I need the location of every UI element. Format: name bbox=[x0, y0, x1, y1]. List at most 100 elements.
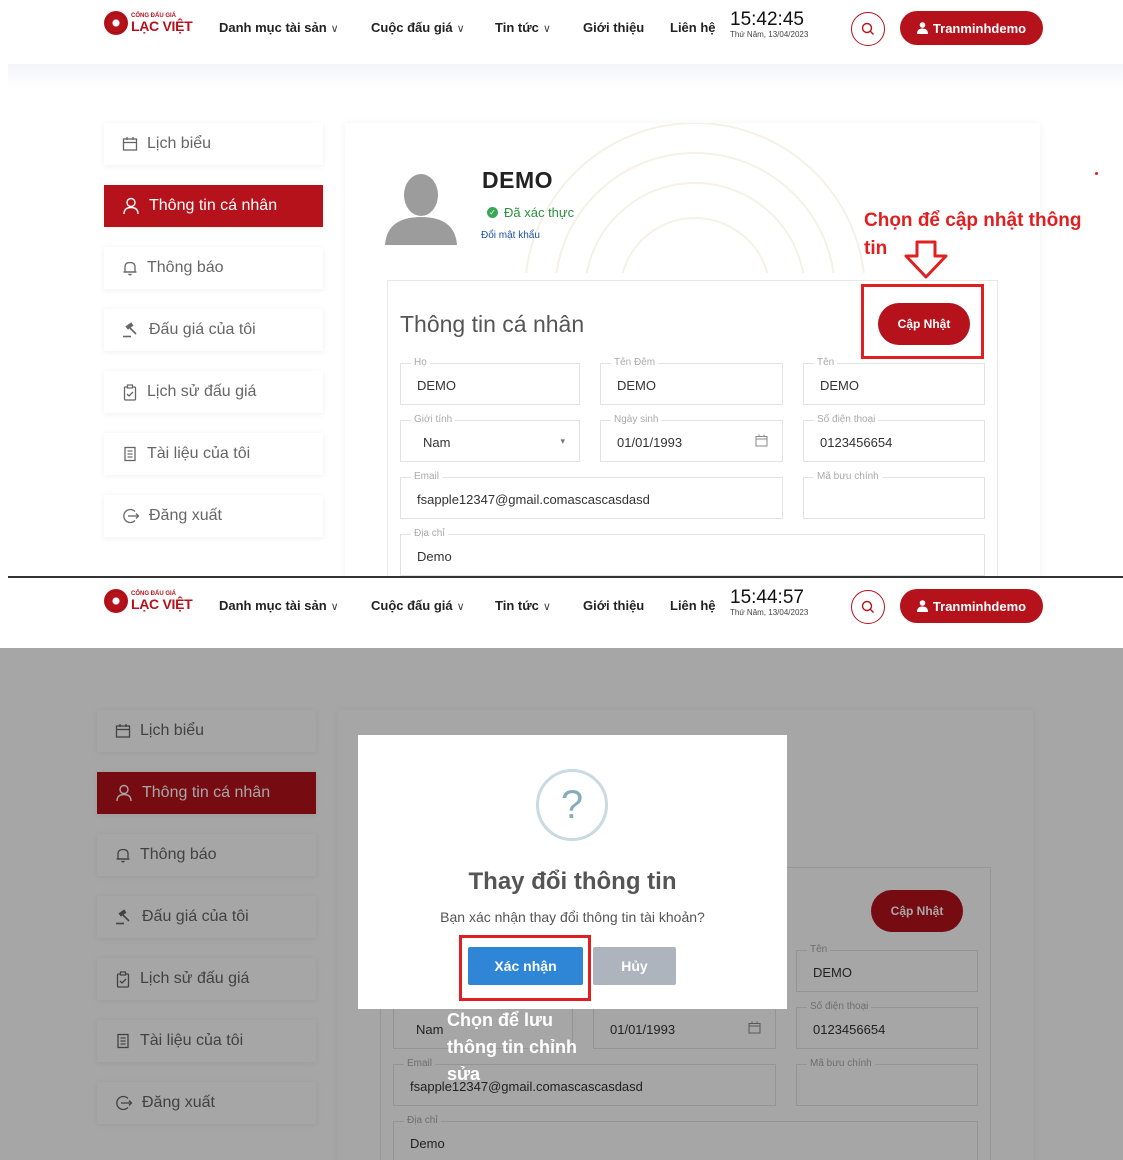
field-value: DEMO bbox=[617, 378, 656, 393]
site-logo[interactable]: CỔNG ĐẤU GIÁ LẠC VIỆT bbox=[104, 11, 193, 35]
sidebar-item-schedule[interactable]: Lịch biểu bbox=[104, 123, 323, 165]
user-account-button[interactable]: Tranminhdemo bbox=[900, 589, 1043, 623]
logout-icon bbox=[123, 508, 140, 524]
cancel-button[interactable]: Hủy bbox=[593, 947, 676, 985]
birthdate-field[interactable]: Ngày sinh 01/01/1993 bbox=[600, 414, 783, 462]
chevron-down-icon: ∨ bbox=[456, 23, 465, 35]
change-password-link[interactable]: Đổi mật khẩu bbox=[481, 230, 540, 241]
sidebar-item-auction-history[interactable]: Lịch sử đấu giá bbox=[104, 371, 323, 413]
clock: 15:44:57 Thứ Năm, 13/04/2023 bbox=[730, 588, 808, 617]
nav-contact[interactable]: Liên hệ bbox=[670, 598, 716, 613]
search-icon bbox=[861, 600, 874, 613]
clock-date: Thứ Năm, 13/04/2023 bbox=[730, 30, 809, 39]
field-value: fsapple12347@gmail.comascascasdasd bbox=[417, 492, 650, 507]
field-label: Địa chỉ bbox=[411, 528, 448, 539]
document-icon bbox=[124, 446, 136, 462]
phone-field[interactable]: Số điện thoại 0123456654 bbox=[803, 414, 985, 462]
site-logo[interactable]: CỔNG ĐẤU GIÁ LẠC VIỆT bbox=[104, 589, 193, 613]
clock-date: Thứ Năm, 13/04/2023 bbox=[730, 608, 809, 617]
form-title: Thông tin cá nhân bbox=[400, 311, 585, 337]
site-header: CỔNG ĐẤU GIÁ LẠC VIỆT Danh mục tài sản ∨ … bbox=[0, 0, 1123, 64]
search-button[interactable] bbox=[851, 12, 885, 46]
screenshot-after: CỔNG ĐẤU GIÁ LẠC VIỆT Danh mục tài sản ∨ … bbox=[0, 578, 1123, 1160]
gavel-icon bbox=[123, 322, 137, 338]
logo-emblem-icon bbox=[104, 11, 128, 35]
nav-news[interactable]: Tin tức ∨ bbox=[495, 20, 551, 35]
nav-about[interactable]: Giới thiệu bbox=[583, 20, 644, 35]
first-name-field[interactable]: Tên DEMO bbox=[803, 357, 985, 405]
sidebar-item-label: Tài liệu của tôi bbox=[147, 445, 251, 462]
field-label: Số điện thoại bbox=[814, 414, 879, 425]
logo-emblem-icon bbox=[104, 589, 128, 613]
chevron-down-icon: ∨ bbox=[456, 601, 465, 613]
chevron-down-icon: ∨ bbox=[542, 23, 551, 35]
arrow-down-icon bbox=[904, 240, 948, 279]
field-value: Nam bbox=[423, 435, 451, 450]
calendar-icon bbox=[122, 137, 138, 151]
chevron-down-icon: ∨ bbox=[330, 23, 339, 35]
user-icon bbox=[916, 600, 928, 612]
question-icon: ? bbox=[536, 769, 608, 841]
sidebar-item-label: Thông tin cá nhân bbox=[149, 197, 278, 214]
field-value: DEMO bbox=[820, 378, 859, 393]
verified-label: Đã xác thực bbox=[504, 205, 575, 220]
sidebar-item-label: Lịch sử đấu giá bbox=[147, 383, 257, 400]
search-icon bbox=[861, 22, 874, 35]
clock-time: 15:42:45 bbox=[730, 9, 804, 30]
avatar-icon bbox=[385, 174, 457, 245]
field-value: DEMO bbox=[417, 378, 456, 393]
site-header: CỔNG ĐẤU GIÁ LẠC VIỆT Danh mục tài sản ∨ … bbox=[0, 578, 1123, 642]
sidebar-item-profile[interactable]: Thông tin cá nhân bbox=[104, 185, 323, 227]
clipboard-icon bbox=[123, 383, 137, 401]
annotation-save-hint: Chọn để lưu thông tin chỉnh sửa bbox=[447, 1010, 577, 1084]
nav-contact[interactable]: Liên hệ bbox=[670, 20, 716, 35]
profile-name: DEMO bbox=[482, 167, 553, 193]
dialog-title: Thay đổi thông tin bbox=[468, 868, 677, 895]
field-value: Demo bbox=[417, 549, 452, 564]
highlight-update-button bbox=[861, 284, 984, 359]
nav-auctions[interactable]: Cuộc đấu giá ∨ bbox=[371, 598, 465, 613]
dialog-message: Bạn xác nhận thay đổi thông tin tài khoả… bbox=[440, 909, 705, 925]
annotation-update-hint: Chọn để cập nhật thông tin bbox=[864, 210, 1082, 259]
screenshot-before: CỔNG ĐẤU GIÁ LẠC VIỆT Danh mục tài sản ∨ … bbox=[0, 0, 1123, 576]
clock: 15:42:45 Thứ Năm, 13/04/2023 bbox=[730, 10, 808, 39]
field-value: 01/01/1993 bbox=[617, 435, 683, 450]
field-label: Giới tính bbox=[411, 414, 456, 425]
chevron-down-icon: ∨ bbox=[330, 601, 339, 613]
logo-big-text: LẠC VIỆT bbox=[131, 596, 193, 612]
calendar-icon[interactable] bbox=[755, 434, 768, 447]
middle-name-field[interactable]: Tên Đệm DEMO bbox=[600, 357, 783, 405]
sidebar-item-my-auctions[interactable]: Đấu giá của tôi bbox=[104, 309, 323, 351]
highlight-confirm-button bbox=[459, 935, 591, 1001]
nav-catalog[interactable]: Danh mục tài sản ∨ bbox=[219, 598, 339, 613]
nav-auctions[interactable]: Cuộc đấu giá ∨ bbox=[371, 20, 465, 35]
user-account-button[interactable]: Tranminhdemo bbox=[900, 11, 1043, 45]
bell-icon bbox=[123, 261, 137, 276]
field-label: Mã bưu chính bbox=[814, 471, 882, 482]
field-value: 0123456654 bbox=[820, 435, 893, 450]
gender-select[interactable]: Giới tính Nam ▾ bbox=[400, 414, 580, 462]
nav-about[interactable]: Giới thiệu bbox=[583, 598, 644, 613]
header-divider bbox=[8, 64, 1123, 88]
last-name-field[interactable]: Họ DEMO bbox=[400, 357, 580, 405]
sidebar-item-notifications[interactable]: Thông báo bbox=[104, 247, 323, 289]
search-button[interactable] bbox=[851, 590, 885, 624]
field-label: Tên bbox=[814, 357, 838, 368]
logo-big-text: LẠC VIỆT bbox=[131, 18, 193, 34]
clock-time: 15:44:57 bbox=[730, 587, 804, 608]
field-label: Họ bbox=[411, 357, 430, 368]
sidebar-item-my-documents[interactable]: Tài liệu của tôi bbox=[104, 433, 323, 475]
stray-dot bbox=[1095, 172, 1098, 175]
address-field[interactable]: Địa chỉ Demo bbox=[400, 528, 985, 576]
user-name: Tranminhdemo bbox=[932, 598, 1027, 614]
nav-news[interactable]: Tin tức ∨ bbox=[495, 598, 551, 613]
sidebar-item-logout[interactable]: Đăng xuất bbox=[104, 495, 323, 537]
email-field[interactable]: Email fsapple12347@gmail.comascascasdasd bbox=[400, 471, 783, 519]
field-label: Tên Đệm bbox=[611, 357, 659, 368]
postal-code-field[interactable]: Mã bưu chính bbox=[803, 471, 985, 519]
sidebar-item-label: Thông báo bbox=[147, 259, 224, 276]
nav-catalog[interactable]: Danh mục tài sản ∨ bbox=[219, 20, 339, 35]
user-icon bbox=[916, 22, 928, 34]
caret-down-icon: ▾ bbox=[560, 436, 565, 446]
verified-status: ✓ Đã xác thực bbox=[487, 205, 574, 220]
